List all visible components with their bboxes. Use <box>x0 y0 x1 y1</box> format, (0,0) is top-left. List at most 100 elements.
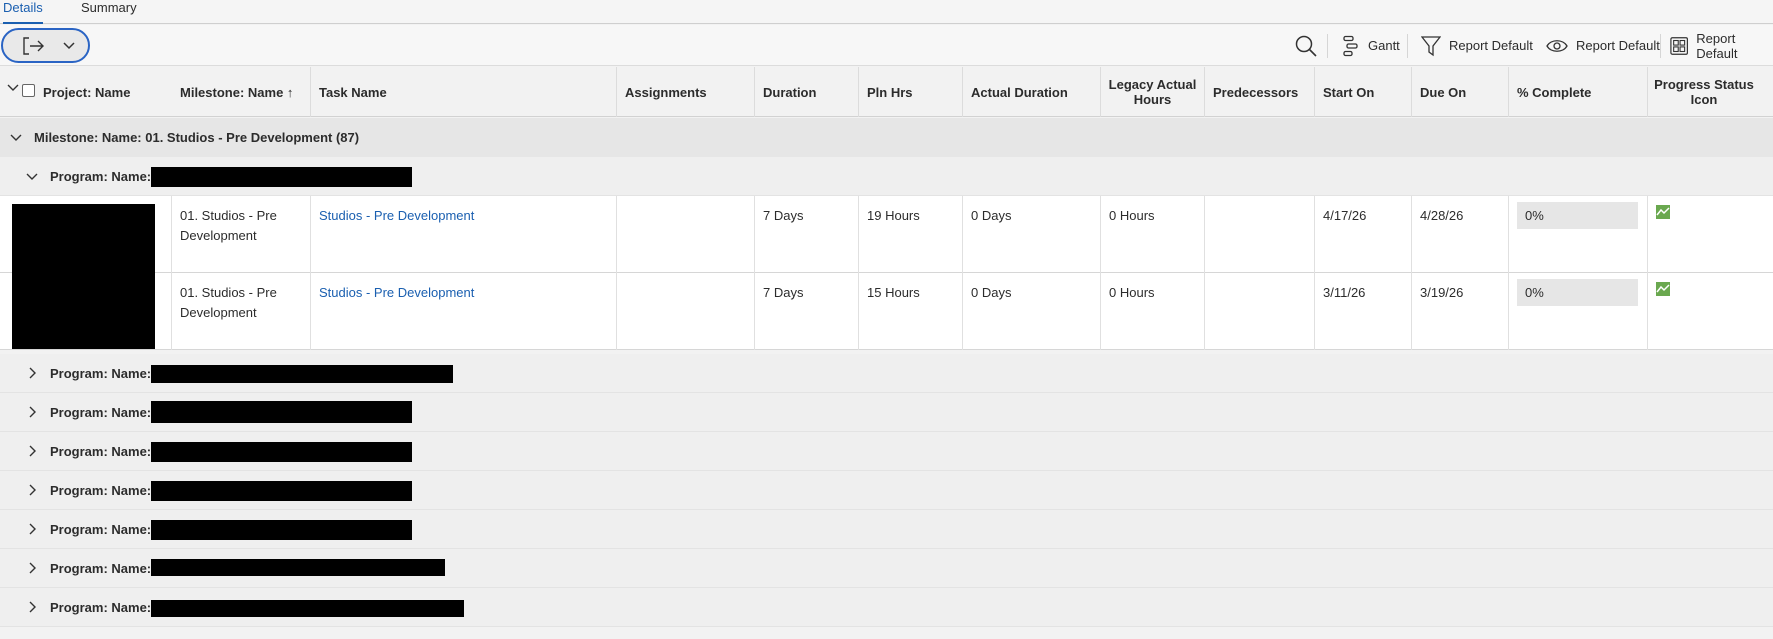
progress-status-cell <box>1648 196 1773 273</box>
col-duration[interactable]: Duration <box>755 67 859 117</box>
program-group-label: Program: Name: <box>50 483 152 498</box>
chevron-right-icon <box>29 406 36 418</box>
program-group-row[interactable]: Program: Name: <box>0 354 1773 393</box>
tab-summary[interactable]: Summary <box>81 0 141 24</box>
program-group-row[interactable]: Program: Name: <box>0 549 1773 588</box>
chevron-right-icon <box>29 445 36 457</box>
table-row[interactable]: 01. Studios - Pre Development Studios - … <box>0 273 1773 350</box>
progress-status-icon <box>1656 282 1670 296</box>
program-group-row[interactable]: Program: Name: <box>0 432 1773 471</box>
toolbar-divider <box>1407 34 1408 58</box>
task-name-link[interactable]: Studios - Pre Development <box>311 273 617 350</box>
redaction-block <box>151 365 453 383</box>
pct-complete-cell: 0% <box>1509 196 1648 273</box>
predecessors-cell <box>1205 196 1315 273</box>
chevron-right-icon <box>29 484 36 496</box>
chevron-right-icon <box>29 367 36 379</box>
table-header: Project: Name Milestone: Name ↑ Task Nam… <box>0 67 1773 117</box>
view-label: Report Default <box>1576 38 1660 53</box>
gantt-button[interactable]: Gantt <box>1342 25 1400 66</box>
col-assignments[interactable]: Assignments <box>617 67 755 117</box>
program-group-label: Program: Name: <box>50 561 152 576</box>
view-button[interactable]: Report Default <box>1546 25 1660 66</box>
col-actual-duration[interactable]: Actual Duration <box>963 67 1101 117</box>
predecessors-cell <box>1205 273 1315 350</box>
program-group-row[interactable]: Program: Name: <box>0 471 1773 510</box>
program-group-label: Program: Name: <box>50 366 152 381</box>
redaction-block <box>151 401 412 423</box>
view-tabs: Details Summary <box>0 0 1773 24</box>
col-progress-status-icon[interactable]: Progress Status Icon <box>1648 67 1760 117</box>
program-group-label: Program: Name: <box>50 600 152 615</box>
export-button[interactable] <box>1 28 90 63</box>
legacy-actual-hours-cell: 0 Hours <box>1101 196 1205 273</box>
program-group-label: Program: Name: <box>50 169 152 184</box>
milestone-group-label: Milestone: Name: 01. Studios - Pre Devel… <box>34 130 360 145</box>
chevron-right-icon <box>29 523 36 535</box>
legacy-actual-hours-cell: 0 Hours <box>1101 273 1205 350</box>
chevron-down-icon <box>10 134 22 141</box>
actual-duration-cell: 0 Days <box>963 273 1101 350</box>
milestone-cell: 01. Studios - Pre Development <box>172 196 311 273</box>
gantt-icon <box>1343 35 1358 56</box>
program-group-row[interactable]: Program: Name: <box>0 393 1773 432</box>
chevron-right-icon <box>29 601 36 613</box>
actual-duration-cell: 0 Days <box>963 196 1101 273</box>
due-on-cell: 3/19/26 <box>1412 273 1509 350</box>
duration-cell: 7 Days <box>755 196 859 273</box>
filter-button[interactable]: Report Default <box>1421 25 1533 66</box>
redaction-block <box>151 481 412 501</box>
search-icon <box>1295 35 1317 57</box>
search-button[interactable] <box>1295 25 1325 66</box>
progress-status-cell <box>1648 273 1773 350</box>
due-on-cell: 4/28/26 <box>1412 196 1509 273</box>
toolbar-divider <box>1660 34 1661 58</box>
table-row[interactable]: 01. Studios - Pre Development Studios - … <box>0 196 1773 273</box>
filter-label: Report Default <box>1449 38 1533 53</box>
task-name-link[interactable]: Studios - Pre Development <box>311 196 617 273</box>
col-due-on[interactable]: Due On <box>1412 67 1509 117</box>
progress-status-icon <box>1656 205 1670 219</box>
assignments-cell[interactable] <box>617 196 755 273</box>
chevron-down-icon <box>26 173 38 180</box>
gantt-label: Gantt <box>1368 38 1400 53</box>
col-start-on[interactable]: Start On <box>1315 67 1412 117</box>
col-pct-complete[interactable]: % Complete <box>1509 67 1648 117</box>
redaction-block <box>151 442 412 462</box>
toolbar-divider <box>1327 34 1328 58</box>
eye-icon <box>1546 39 1568 52</box>
filter-icon <box>1421 35 1441 56</box>
col-project-name[interactable]: Project: Name <box>35 67 173 117</box>
grouping-button[interactable]: Report Default <box>1670 25 1773 66</box>
col-legacy-actual-hours[interactable]: Legacy Actual Hours <box>1101 67 1205 117</box>
duration-cell: 7 Days <box>755 273 859 350</box>
chevron-down-icon <box>63 42 75 50</box>
program-group-row[interactable]: Program: Name: <box>0 510 1773 549</box>
col-milestone-name[interactable]: Milestone: Name ↑ <box>172 67 311 117</box>
tab-details[interactable]: Details <box>3 0 43 24</box>
milestone-group-row[interactable]: Milestone: Name: 01. Studios - Pre Devel… <box>0 118 1773 157</box>
pct-complete-cell: 0% <box>1509 273 1648 350</box>
export-icon <box>23 37 44 55</box>
toolbar: Gantt Report Default Report Default Repo… <box>0 25 1773 66</box>
redaction-block <box>151 600 464 617</box>
col-task-name[interactable]: Task Name <box>311 67 617 117</box>
assignments-cell[interactable] <box>617 273 755 350</box>
pln-hrs-cell: 19 Hours <box>859 196 963 273</box>
redaction-block <box>12 204 155 349</box>
start-on-cell: 3/11/26 <box>1315 273 1412 350</box>
collapse-all-icon[interactable] <box>7 84 19 92</box>
start-on-cell: 4/17/26 <box>1315 196 1412 273</box>
progress-bar: 0% <box>1517 202 1638 229</box>
progress-bar: 0% <box>1517 279 1638 306</box>
program-group-label: Program: Name: <box>50 522 152 537</box>
col-predecessors[interactable]: Predecessors <box>1205 67 1315 117</box>
grouping-label: Report Default <box>1696 30 1738 61</box>
redaction-block <box>151 559 445 576</box>
col-pln-hrs[interactable]: Pln Hrs <box>859 67 963 117</box>
program-group-row[interactable]: Program: Name: <box>0 588 1773 627</box>
program-group-row[interactable]: Program: Name: <box>0 157 1773 196</box>
milestone-cell: 01. Studios - Pre Development <box>172 273 311 350</box>
select-all-checkbox[interactable] <box>22 84 35 97</box>
program-group-label: Program: Name: <box>50 405 152 420</box>
